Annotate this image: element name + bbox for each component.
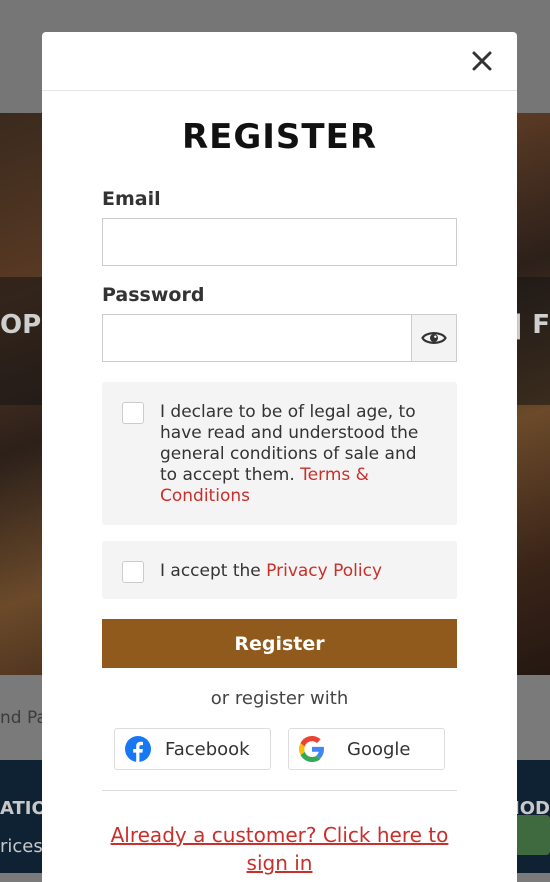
privacy-policy-checkbox[interactable] <box>122 561 144 583</box>
privacy-policy-link[interactable]: Privacy Policy <box>266 561 382 581</box>
register-button[interactable]: Register <box>102 619 457 668</box>
google-register-button[interactable]: Google <box>288 728 445 770</box>
google-label: Google <box>347 738 411 760</box>
facebook-register-button[interactable]: Facebook <box>114 728 271 770</box>
facebook-icon <box>125 736 151 762</box>
register-form: Email Password I declare to be of legal … <box>102 188 457 877</box>
facebook-label: Facebook <box>165 738 250 760</box>
close-button[interactable] <box>467 46 497 76</box>
register-modal: REGISTER Email Password I declare to be … <box>42 32 517 882</box>
legal-consent-text: I declare to be of legal age, to have re… <box>160 402 437 507</box>
eye-icon <box>421 332 447 344</box>
or-register-with-text: or register with <box>210 688 349 709</box>
privacy-consent-box: I accept the Privacy Policy <box>102 541 457 599</box>
password-label: Password <box>102 284 205 306</box>
password-row <box>102 314 457 362</box>
background-hero-text-right: | F <box>513 310 550 340</box>
legal-consent-label: I declare to be of legal age, to have re… <box>160 402 419 485</box>
show-password-button[interactable] <box>411 314 457 362</box>
google-icon <box>299 736 325 762</box>
legal-age-checkbox[interactable] <box>122 402 144 424</box>
background-payment-badge <box>514 815 550 855</box>
email-input[interactable] <box>102 218 457 266</box>
background-footer-heading-left: ATIO <box>0 798 47 819</box>
privacy-consent-label: I accept the <box>160 561 261 581</box>
legal-consent-box: I declare to be of legal age, to have re… <box>102 382 457 525</box>
password-input[interactable] <box>102 314 411 362</box>
modal-title: REGISTER <box>181 117 378 157</box>
close-icon <box>472 51 492 71</box>
background-footer-text-left: rices <box>0 836 43 857</box>
social-login-row: Facebook Google <box>102 728 457 770</box>
modal-header <box>42 32 517 91</box>
sign-in-link[interactable]: Already a customer? Click here to sign i… <box>102 821 457 877</box>
divider <box>102 790 457 791</box>
privacy-consent-text: I accept the Privacy Policy <box>160 561 382 583</box>
email-label: Email <box>102 188 161 210</box>
